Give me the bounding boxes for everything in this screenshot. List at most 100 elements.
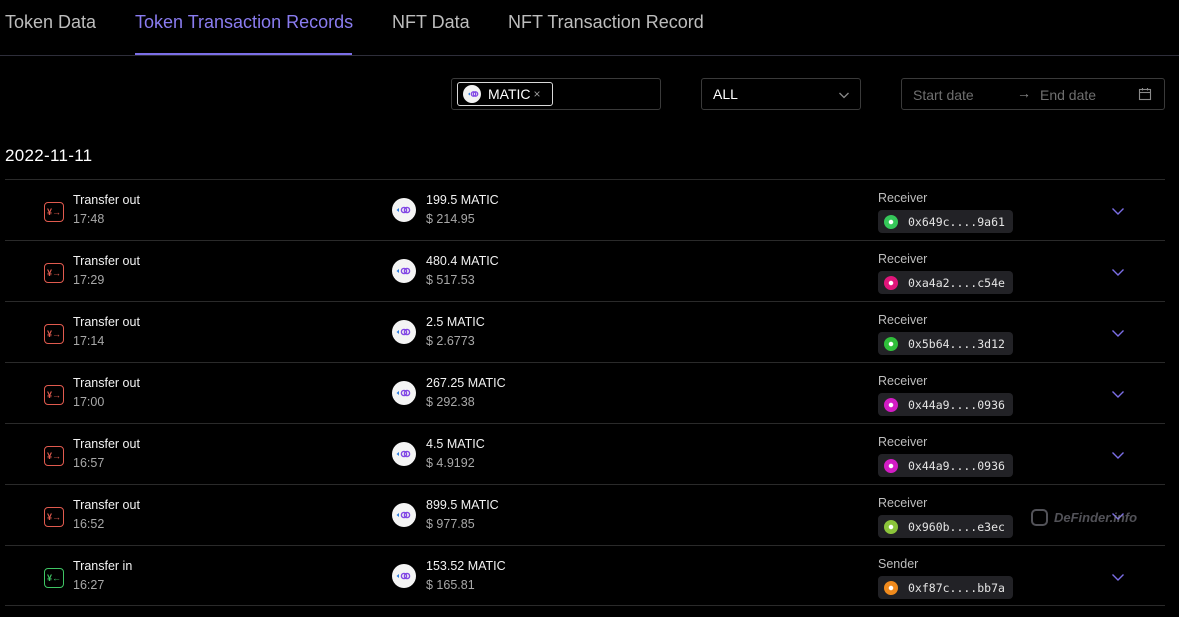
transaction-type: Transfer out	[73, 193, 140, 207]
date-group-heading: 2022-11-11	[5, 146, 93, 165]
counterparty-label: Sender	[878, 557, 919, 571]
transaction-time: 17:14	[73, 334, 105, 348]
chevron-down-icon[interactable]	[1111, 265, 1125, 284]
transaction-type: Transfer out	[73, 315, 140, 329]
transaction-type: Transfer out	[73, 498, 140, 512]
address-pill[interactable]: 0x5b64....3d12	[878, 332, 1013, 355]
transaction-type: Transfer out	[73, 437, 140, 451]
token-tag: MATIC ×	[457, 82, 553, 106]
transaction-time: 17:29	[73, 273, 105, 287]
tab-token-transaction-records[interactable]: Token Transaction Records	[135, 12, 353, 33]
address-pill[interactable]: 0x649c....9a61	[878, 210, 1013, 233]
polygon-matic-icon	[392, 198, 416, 222]
transfer-in-icon: ¥←	[44, 568, 64, 588]
counterparty-label: Receiver	[878, 435, 928, 449]
address-pill[interactable]: 0x44a9....0936	[878, 393, 1013, 416]
usd-value: $ 214.95	[426, 212, 475, 226]
transaction-time: 16:52	[73, 517, 105, 531]
chevron-down-icon[interactable]	[1111, 448, 1125, 467]
transaction-row[interactable]: ¥← Transfer in 16:27 153.52 MATIC $ 165.81 Se…	[5, 545, 1165, 606]
chevron-down-icon[interactable]	[1111, 387, 1125, 406]
active-tab-indicator	[135, 53, 352, 55]
date-range-picker[interactable]: Start date → End date	[901, 78, 1165, 110]
token-amount: 4.5 MATIC	[426, 437, 485, 451]
transfer-out-icon: ¥→	[44, 446, 64, 466]
polygon-matic-icon	[392, 259, 416, 283]
counterparty-label: Receiver	[878, 191, 928, 205]
transfer-out-icon: ¥→	[44, 263, 64, 283]
usd-value: $ 292.38	[426, 395, 475, 409]
chevron-down-icon[interactable]	[1111, 326, 1125, 345]
tab-nft-transaction-record[interactable]: NFT Transaction Record	[508, 12, 704, 33]
tab-token-data[interactable]: Token Data	[5, 12, 96, 33]
transaction-time: 17:48	[73, 212, 105, 226]
counterparty-label: Receiver	[878, 496, 928, 510]
address-avatar	[884, 275, 898, 290]
close-icon[interactable]: ×	[534, 87, 541, 101]
address-pill[interactable]: 0xf87c....bb7a	[878, 576, 1013, 599]
usd-value: $ 517.53	[426, 273, 475, 287]
definder-logo-icon	[1031, 509, 1048, 526]
start-date-input[interactable]: Start date	[913, 87, 974, 103]
transaction-type: Transfer out	[73, 254, 140, 268]
usd-value: $ 165.81	[426, 578, 475, 592]
polygon-matic-icon	[463, 85, 481, 103]
address-text: 0x44a9....0936	[908, 458, 1005, 473]
token-amount: 153.52 MATIC	[426, 559, 506, 573]
tab-nft-data[interactable]: NFT Data	[392, 12, 470, 33]
address-text: 0x5b64....3d12	[908, 336, 1005, 351]
token-amount: 199.5 MATIC	[426, 193, 499, 207]
transfer-out-icon: ¥→	[44, 507, 64, 527]
address-text: 0x649c....9a61	[908, 214, 1005, 229]
transaction-list: ¥→ Transfer out 17:48 199.5 MATIC $ 214.95 Re…	[5, 179, 1165, 606]
end-date-input[interactable]: End date	[1040, 87, 1096, 103]
usd-value: $ 977.85	[426, 517, 475, 531]
chevron-down-icon[interactable]	[1111, 570, 1125, 589]
calendar-icon	[1138, 87, 1152, 106]
polygon-matic-icon	[392, 442, 416, 466]
address-text: 0xf87c....bb7a	[908, 580, 1005, 595]
arrow-right-icon: →	[1017, 85, 1031, 101]
watermark: DeFinder.info	[1031, 509, 1137, 526]
usd-value: $ 2.6773	[426, 334, 475, 348]
address-avatar	[884, 519, 898, 534]
token-amount: 480.4 MATIC	[426, 254, 499, 268]
transaction-row[interactable]: ¥→ Transfer out 17:48 199.5 MATIC $ 214.95 Re…	[5, 179, 1165, 240]
usd-value: $ 4.9192	[426, 456, 475, 470]
transaction-time: 16:57	[73, 456, 105, 470]
transaction-row[interactable]: ¥→ Transfer out 17:14 2.5 MATIC $ 2.6773 Rece…	[5, 301, 1165, 362]
transaction-type: Transfer in	[73, 559, 133, 573]
counterparty-label: Receiver	[878, 313, 928, 327]
address-text: 0x44a9....0936	[908, 397, 1005, 412]
token-amount: 899.5 MATIC	[426, 498, 499, 512]
transaction-row[interactable]: ¥→ Transfer out 17:29 480.4 MATIC $ 517.53 Re…	[5, 240, 1165, 301]
chevron-down-icon[interactable]	[1111, 204, 1125, 223]
counterparty-label: Receiver	[878, 374, 928, 388]
token-amount: 267.25 MATIC	[426, 376, 506, 390]
transfer-out-icon: ¥→	[44, 202, 64, 222]
address-pill[interactable]: 0x44a9....0936	[878, 454, 1013, 477]
counterparty-label: Receiver	[878, 252, 928, 266]
transaction-row[interactable]: ¥→ Transfer out 16:57 4.5 MATIC $ 4.9192 Rece…	[5, 423, 1165, 484]
transaction-time: 17:00	[73, 395, 105, 409]
address-avatar	[884, 214, 898, 229]
transaction-row[interactable]: ¥→ Transfer out 16:52 899.5 MATIC $ 977.85 Re…	[5, 484, 1165, 545]
transaction-row[interactable]: ¥→ Transfer out 17:00 267.25 MATIC $ 292.38 R…	[5, 362, 1165, 423]
address-pill[interactable]: 0x960b....e3ec	[878, 515, 1013, 538]
address-avatar	[884, 458, 898, 473]
polygon-matic-icon	[392, 564, 416, 588]
transfer-out-icon: ¥→	[44, 324, 64, 344]
watermark-text: DeFinder.info	[1054, 510, 1138, 525]
token-amount: 2.5 MATIC	[426, 315, 485, 329]
token-tag-label: MATIC	[488, 86, 531, 102]
address-text: 0x960b....e3ec	[908, 519, 1005, 534]
address-text: 0xa4a2....c54e	[908, 275, 1005, 290]
transaction-type: Transfer out	[73, 376, 140, 390]
address-avatar	[884, 336, 898, 351]
polygon-matic-icon	[392, 320, 416, 344]
tab-bar: Token Data Token Transaction Records NFT…	[0, 0, 1179, 56]
transaction-type-select[interactable]: ALL	[701, 78, 861, 110]
address-pill[interactable]: 0xa4a2....c54e	[878, 271, 1013, 294]
transfer-out-icon: ¥→	[44, 385, 64, 405]
token-filter-select[interactable]: MATIC ×	[451, 78, 661, 110]
